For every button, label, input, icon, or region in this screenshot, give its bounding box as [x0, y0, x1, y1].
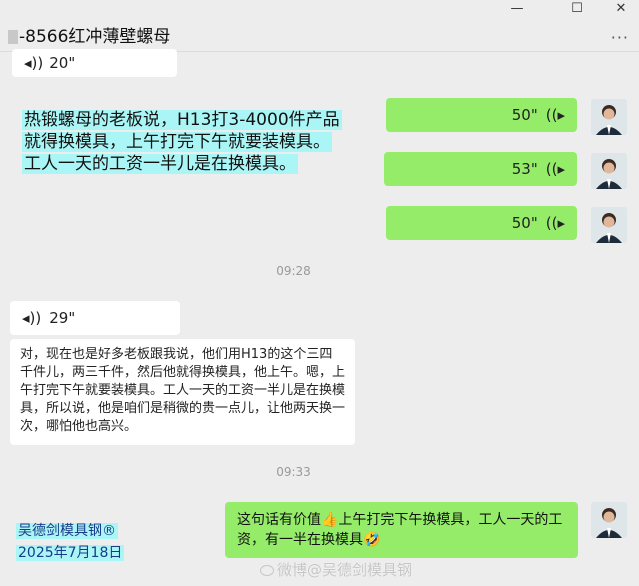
voice-icon: ((▸: [545, 159, 565, 178]
voice-message-left-partial[interactable]: ◂)) 20": [12, 49, 177, 77]
voice-message-right[interactable]: 53" ((▸: [384, 152, 577, 186]
signature-date: 2025年7月18日: [16, 545, 125, 561]
voice-duration: 50": [511, 105, 538, 124]
text-message-right[interactable]: 这句话有价值👍上午打完下午换模具，工人一天的工资，有一半在换模具🤣: [225, 502, 578, 558]
avatar-icon[interactable]: [591, 207, 627, 243]
maximize-button[interactable]: ☐: [563, 0, 591, 18]
timestamp: 09:33: [276, 465, 311, 479]
voice-duration: 29": [49, 308, 76, 327]
voice-duration: 20": [49, 53, 76, 72]
highlight-line: 就得换模具，上午打完下午就要装模具。: [22, 132, 332, 152]
avatar-icon[interactable]: [591, 99, 627, 135]
avatar-icon[interactable]: [591, 153, 627, 189]
voice-icon: ◂)): [22, 308, 42, 327]
voice-duration: 50": [511, 213, 538, 232]
voice-transcript: 对，现在也是好多老板跟我说，他们用H13的这个三四千件儿，两三千件，然后他就得换…: [10, 339, 355, 445]
watermark-text: 微博@吴德剑模具钢: [277, 561, 413, 579]
voice-icon: ((▸: [545, 213, 565, 232]
voice-message-right[interactable]: 50" ((▸: [386, 206, 577, 240]
voice-icon: ◂)): [24, 53, 44, 72]
avatar-icon[interactable]: [591, 502, 627, 538]
highlight-annotation: 热锻螺母的老板说，H13打3-4000件产品 就得换模具，上午打完下午就要装模具…: [22, 109, 362, 175]
voice-message-left[interactable]: ◂)) 29": [10, 301, 180, 335]
chat-title-text: -8566红冲薄壁螺母: [19, 27, 171, 47]
watermark: 微博@吴德剑模具钢: [260, 559, 412, 580]
close-button[interactable]: ✕: [607, 0, 635, 18]
signature-name: 吴德剑模具钢®: [16, 523, 118, 539]
highlight-line: 工人一天的工资一半儿是在换模具。: [22, 154, 298, 174]
timestamp: 09:28: [276, 264, 311, 278]
chat-title: -8566红冲薄壁螺母: [8, 22, 170, 47]
signature-block: 吴德剑模具钢® 2025年7月18日: [16, 520, 125, 564]
title-bar: -8566红冲薄壁螺母 — ☐ ✕ ···: [0, 0, 639, 52]
voice-duration: 53": [511, 159, 538, 178]
voice-icon: ((▸: [545, 105, 565, 124]
highlight-line: 热锻螺母的老板说，H13打3-4000件产品: [22, 110, 342, 130]
voice-message-right[interactable]: 50" ((▸: [386, 98, 577, 132]
title-redaction: [8, 30, 18, 44]
more-icon[interactable]: ···: [611, 28, 629, 47]
chat-area[interactable]: ◂)) 20" 热锻螺母的老板说，H13打3-4000件产品 就得换模具，上午打…: [0, 49, 639, 586]
weibo-icon: [260, 565, 274, 576]
minimize-button[interactable]: —: [503, 0, 531, 18]
